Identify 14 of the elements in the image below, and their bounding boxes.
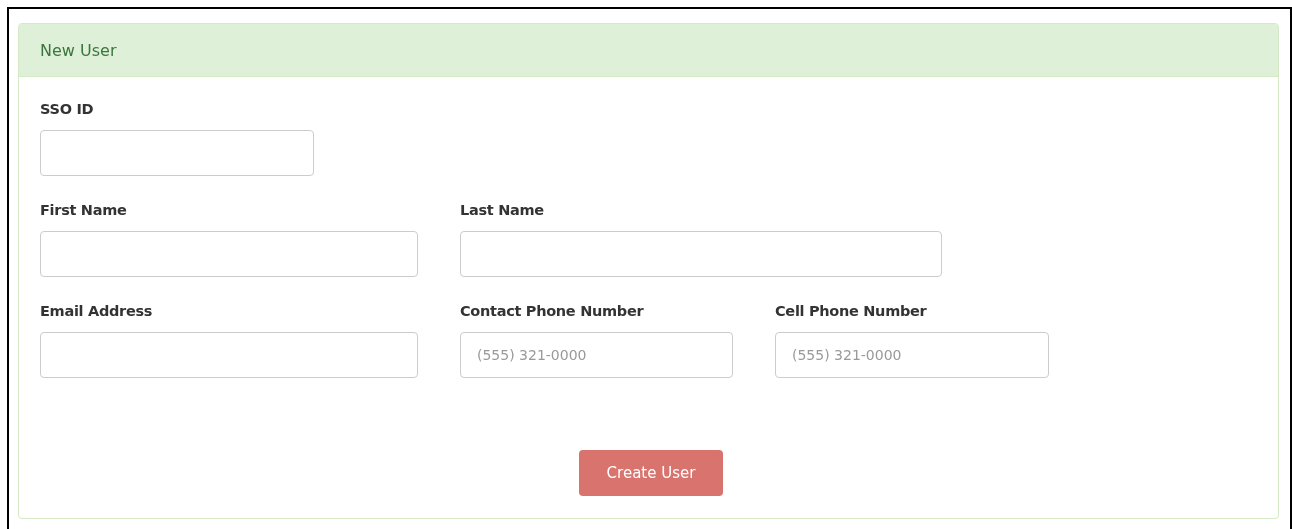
input-field[interactable]	[40, 332, 418, 378]
panel-title: New User	[40, 40, 117, 60]
create-user-button[interactable]: Create User	[579, 450, 723, 496]
input-field[interactable]: (555) 321-0000	[460, 332, 733, 378]
field-label: Email Address	[40, 302, 154, 321]
input-field[interactable]	[40, 130, 314, 176]
field-label: Last Name	[460, 201, 545, 220]
field-label: First Name	[40, 201, 128, 220]
field-label: Contact Phone Number	[460, 302, 645, 321]
input-field[interactable]	[40, 231, 418, 277]
field-label: SSO ID	[40, 100, 95, 119]
input-field[interactable]: (555) 321-0000	[775, 332, 1049, 378]
input-field[interactable]	[460, 231, 942, 277]
field-label: Cell Phone Number	[775, 302, 928, 321]
